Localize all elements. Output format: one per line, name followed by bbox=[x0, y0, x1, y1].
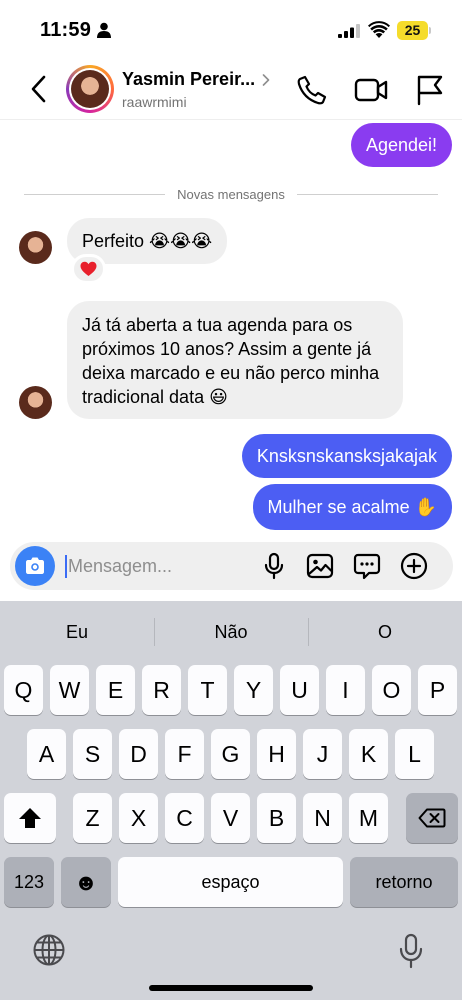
status-time: 11:59 bbox=[40, 19, 92, 41]
key[interactable]: D bbox=[119, 729, 158, 779]
key[interactable]: K bbox=[349, 729, 388, 779]
sender-avatar[interactable] bbox=[19, 231, 52, 264]
shift-key[interactable] bbox=[4, 793, 56, 843]
battery-indicator: 25 bbox=[397, 21, 431, 40]
person-icon bbox=[97, 22, 111, 38]
suggestion[interactable]: Eu bbox=[0, 601, 154, 659]
return-key[interactable]: retorno bbox=[350, 857, 458, 907]
status-bar: 11:59 25 bbox=[0, 0, 462, 58]
dictation-icon[interactable] bbox=[398, 933, 424, 969]
home-indicator[interactable] bbox=[149, 985, 313, 991]
key[interactable]: C bbox=[165, 793, 204, 843]
contact-name-row[interactable]: Yasmin Pereir... bbox=[122, 69, 270, 90]
key[interactable]: U bbox=[280, 665, 319, 715]
video-icon[interactable] bbox=[354, 74, 388, 106]
key[interactable]: Y bbox=[234, 665, 273, 715]
contact-username: raawrmimi bbox=[122, 94, 187, 110]
key[interactable]: F bbox=[165, 729, 204, 779]
keyboard: Eu Não O Q W E R T Y U I O P A S D F G H… bbox=[0, 601, 462, 1000]
incoming-message[interactable]: Já tá aberta a tua agenda para os próxim… bbox=[67, 301, 403, 419]
signal-icon bbox=[338, 24, 360, 38]
sender-avatar[interactable] bbox=[19, 386, 52, 419]
back-chevron-icon bbox=[31, 75, 46, 103]
sticker-icon[interactable] bbox=[353, 552, 381, 580]
key[interactable]: W bbox=[50, 665, 89, 715]
key[interactable]: V bbox=[211, 793, 250, 843]
key[interactable]: X bbox=[119, 793, 158, 843]
message-input[interactable] bbox=[68, 542, 258, 590]
suggestion[interactable]: O bbox=[308, 601, 462, 659]
backspace-key[interactable] bbox=[406, 793, 458, 843]
heart-reaction[interactable] bbox=[71, 254, 106, 284]
camera-button[interactable] bbox=[15, 546, 55, 586]
wifi-icon bbox=[368, 21, 390, 38]
key[interactable]: S bbox=[73, 729, 112, 779]
gallery-icon[interactable] bbox=[306, 553, 334, 579]
key[interactable]: P bbox=[418, 665, 457, 715]
heart-icon bbox=[80, 261, 97, 276]
globe-icon[interactable] bbox=[32, 933, 66, 967]
numbers-key[interactable]: 123 bbox=[4, 857, 54, 907]
key[interactable]: J bbox=[303, 729, 342, 779]
space-key[interactable]: espaço bbox=[118, 857, 343, 907]
text-caret bbox=[65, 555, 67, 578]
contact-name: Yasmin Pereir... bbox=[122, 69, 256, 89]
camera-icon bbox=[26, 557, 44, 574]
key[interactable]: B bbox=[257, 793, 296, 843]
new-messages-divider: Novas mensagens bbox=[24, 185, 439, 203]
key[interactable]: R bbox=[142, 665, 181, 715]
key[interactable]: E bbox=[96, 665, 135, 715]
outgoing-message[interactable]: Agendei! bbox=[350, 123, 452, 167]
outgoing-message[interactable]: Knsksnskansksjakajak bbox=[241, 434, 452, 478]
microphone-icon[interactable] bbox=[262, 552, 286, 580]
contact-avatar[interactable] bbox=[66, 65, 114, 113]
flag-icon[interactable] bbox=[414, 74, 444, 106]
phone-icon[interactable] bbox=[296, 74, 328, 106]
key[interactable]: N bbox=[303, 793, 342, 843]
key[interactable]: I bbox=[326, 665, 365, 715]
key[interactable]: Q bbox=[4, 665, 43, 715]
outgoing-message[interactable]: Mulher se acalme ✋ bbox=[252, 484, 452, 530]
key[interactable]: O bbox=[372, 665, 411, 715]
key[interactable]: Z bbox=[73, 793, 112, 843]
shift-icon bbox=[19, 808, 41, 828]
key[interactable]: T bbox=[188, 665, 227, 715]
divider-label: Novas mensagens bbox=[177, 186, 285, 202]
chevron-right-icon bbox=[262, 73, 270, 86]
suggestion[interactable]: Não bbox=[154, 601, 308, 659]
key[interactable]: M bbox=[349, 793, 388, 843]
battery-level: 25 bbox=[404, 22, 421, 38]
message-thread[interactable]: Agendei! Novas mensagens Perfeito 😭😭😭 Já… bbox=[0, 120, 462, 540]
emoji-key[interactable]: ☻ bbox=[61, 857, 111, 907]
key[interactable]: G bbox=[211, 729, 250, 779]
message-composer bbox=[10, 542, 453, 590]
chat-header: Yasmin Pereir... raawrmimi bbox=[0, 58, 462, 120]
key[interactable]: L bbox=[395, 729, 434, 779]
key[interactable]: A bbox=[27, 729, 66, 779]
key[interactable]: H bbox=[257, 729, 296, 779]
back-button[interactable] bbox=[24, 72, 54, 106]
suggestion-bar: Eu Não O bbox=[0, 601, 462, 659]
plus-circle-icon[interactable] bbox=[400, 552, 428, 580]
backspace-icon bbox=[418, 808, 446, 828]
